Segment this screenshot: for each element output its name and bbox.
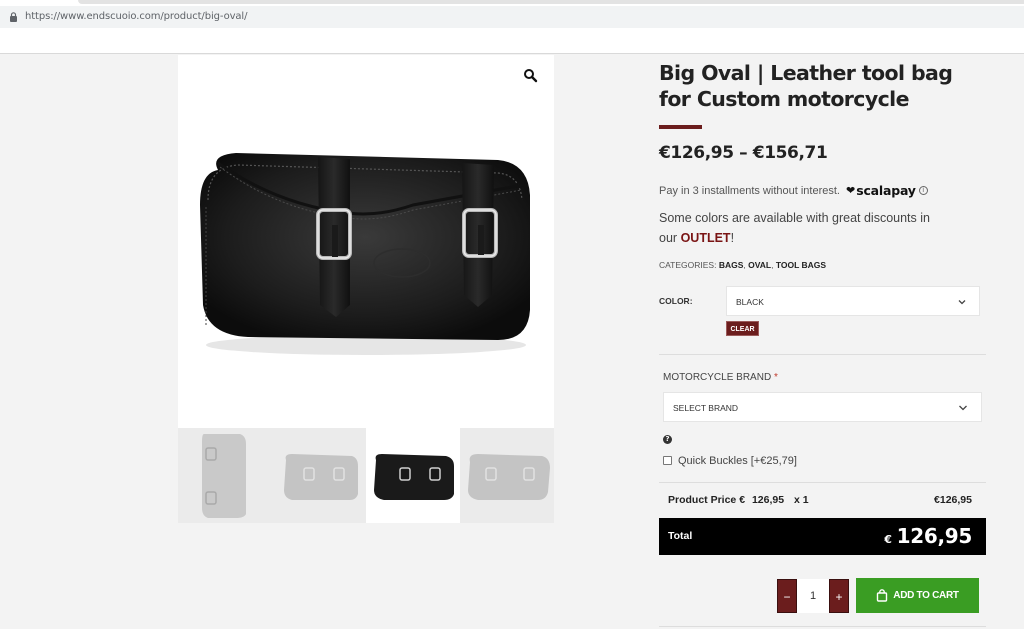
product-title: Big Oval | Leather tool bag for Custom m… — [659, 61, 953, 111]
address-bar[interactable]: https://www.endscuoio.com/product/big-ov… — [0, 6, 1024, 28]
bag-black-thumbnail — [374, 454, 454, 500]
product-main-image[interactable] — [178, 55, 554, 428]
divider — [659, 354, 986, 355]
add-to-cart-button[interactable]: Add to cart — [856, 578, 979, 613]
scalapay-logo: scalapay — [856, 183, 916, 198]
color-label: Color: — [659, 296, 693, 306]
thumbnail-black-active[interactable] — [366, 428, 460, 523]
product-price-qty: x 1 — [794, 494, 809, 506]
shopping-bag-icon — [877, 589, 888, 602]
lock-icon — [10, 12, 17, 22]
product-price-label: Product Price € — [668, 494, 746, 506]
motorcycle-brand-label: Motorcycle Brand * — [663, 372, 778, 383]
quick-buckles-label[interactable]: Quick Buckles [+€25,79] — [678, 455, 797, 467]
thumbnail-front-faded[interactable] — [272, 428, 366, 523]
color-select-value: BLACK — [736, 297, 764, 307]
thumbnail-side-faded[interactable] — [460, 428, 554, 523]
product-price-row: Product Price € 126,95 x 1 €126,95 — [668, 494, 972, 506]
product-price-range: €126,95 – €156,71 — [659, 143, 828, 163]
color-select[interactable]: BLACK — [726, 286, 980, 316]
installments-text: Pay in 3 installments without interest. — [659, 184, 840, 197]
product-summary: Big Oval | Leather tool bag for Custom m… — [659, 60, 989, 627]
total-bar: Total €126,95 — [659, 518, 986, 555]
thumbnail-upright[interactable] — [178, 428, 272, 523]
chevron-down-icon — [959, 405, 967, 411]
divider — [659, 626, 986, 627]
add-to-cart-label: Add to cart — [893, 590, 959, 601]
bag-front-faded-thumbnail — [284, 454, 358, 500]
brand-select-value: SELECT BRAND — [673, 403, 739, 413]
categories-label: Categories: — [659, 260, 717, 270]
category-link-tool-bags[interactable]: Tool bags — [776, 260, 826, 270]
quantity-decrease-button[interactable]: − — [777, 579, 797, 613]
clear-button[interactable]: Clear — [726, 321, 759, 336]
category-link-bags[interactable]: Bags — [719, 260, 744, 270]
browser-tab-strip — [78, 0, 1024, 4]
quantity-increase-button[interactable]: + — [829, 579, 849, 613]
discount-notice: Some colors are available with great dis… — [659, 208, 949, 248]
zoom-icon[interactable] — [522, 67, 540, 85]
url-text[interactable]: https://www.endscuoio.com/product/big-ov… — [25, 11, 247, 22]
total-label: Total — [668, 530, 693, 542]
total-currency: € — [884, 533, 892, 546]
leather-tool-bag-image — [200, 153, 530, 355]
thumbnail-strip — [178, 428, 554, 523]
bag-side-faded-thumbnail — [468, 454, 550, 500]
product-price-total: €126,95 — [934, 494, 972, 506]
heart-icon: ❤ — [845, 185, 856, 197]
title-underline — [659, 125, 702, 129]
browser-chrome: https://www.endscuoio.com/product/big-ov… — [0, 0, 1024, 54]
required-marker: * — [773, 372, 778, 383]
brand-select[interactable]: SELECT BRAND — [663, 392, 982, 422]
divider — [659, 482, 986, 483]
brand-label-text: Motorcycle Brand — [663, 372, 772, 383]
installments-row: Pay in 3 installments without interest. … — [659, 183, 928, 198]
help-icon[interactable]: ? — [663, 435, 672, 444]
quick-buckles-checkbox[interactable] — [663, 456, 672, 465]
category-link-oval[interactable]: Oval — [748, 260, 771, 270]
chevron-down-icon — [958, 300, 966, 305]
discount-suffix: ! — [730, 231, 735, 245]
total-amount: 126,95 — [896, 524, 973, 548]
product-price-value: 126,95 — [751, 494, 785, 506]
info-icon[interactable]: i — [918, 186, 928, 195]
quantity-input[interactable] — [797, 579, 829, 613]
outlet-link[interactable]: OUTLET — [681, 231, 731, 245]
bag-upright-thumbnail — [202, 434, 246, 518]
categories-row: Categories: Bags, Oval, Tool bags — [659, 260, 827, 270]
total-value: €126,95 — [884, 524, 972, 548]
